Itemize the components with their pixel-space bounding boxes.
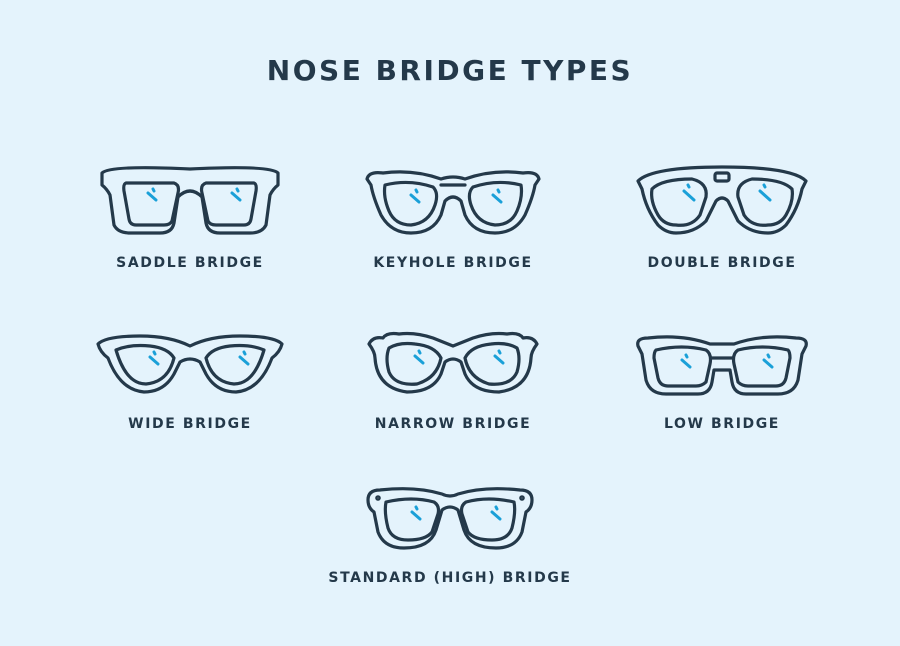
- item-keyhole-bridge: KEYHOLE BRIDGE: [303, 145, 603, 271]
- item-narrow-bridge: NARROW BRIDGE: [303, 306, 603, 432]
- item-label: STANDARD (HIGH) BRIDGE: [328, 570, 572, 586]
- standard-high-bridge-glasses-icon: [366, 487, 534, 550]
- item-double-bridge: DOUBLE BRIDGE: [572, 145, 872, 271]
- item-saddle-bridge: SADDLE BRIDGE: [40, 145, 340, 271]
- page-title: NOSE BRIDGE TYPES: [266, 54, 634, 87]
- wide-bridge-glasses-icon: [96, 334, 284, 394]
- item-label: DOUBLE BRIDGE: [647, 255, 797, 271]
- infographic: NOSE BRIDGE TYPES SADDLE BRIDGE KEYHOLE …: [0, 0, 900, 646]
- item-standard-high-bridge: STANDARD (HIGH) BRIDGE: [300, 460, 600, 586]
- item-label: KEYHOLE BRIDGE: [373, 255, 533, 271]
- item-low-bridge: LOW BRIDGE: [572, 306, 872, 432]
- item-wide-bridge: WIDE BRIDGE: [40, 306, 340, 432]
- low-bridge-glasses-icon: [636, 335, 808, 396]
- keyhole-bridge-glasses-icon: [365, 170, 541, 235]
- item-label: SADDLE BRIDGE: [116, 255, 264, 271]
- saddle-bridge-glasses-icon: [100, 166, 280, 235]
- item-label: NARROW BRIDGE: [374, 416, 532, 432]
- narrow-bridge-glasses-icon: [367, 331, 539, 394]
- item-label: WIDE BRIDGE: [128, 416, 252, 432]
- double-bridge-glasses-icon: [636, 165, 808, 235]
- item-label: LOW BRIDGE: [664, 416, 780, 432]
